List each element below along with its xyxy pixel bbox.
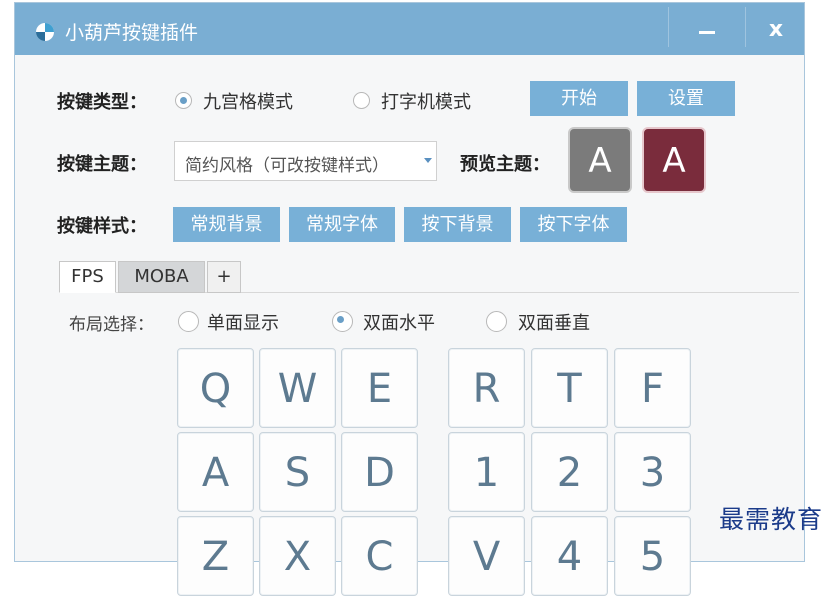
key-s[interactable]: S [259, 432, 336, 512]
radio-double-horizontal-label[interactable]: 双面水平 [363, 309, 435, 335]
radio-grid-mode-label[interactable]: 九宫格模式 [203, 88, 293, 114]
key-a[interactable]: A [177, 432, 254, 512]
key-f[interactable]: F [614, 348, 691, 428]
radio-typewriter-mode[interactable] [353, 92, 370, 109]
key-z[interactable]: Z [177, 516, 254, 596]
title-bar[interactable]: 小葫芦按键插件 x [15, 3, 804, 55]
chevron-down-icon [424, 158, 432, 163]
preview-theme-label: 预览主题： [460, 154, 550, 175]
key-3[interactable]: 3 [614, 432, 691, 512]
tab-moba[interactable]: MOBA [118, 261, 205, 293]
radio-typewriter-mode-label[interactable]: 打字机模式 [381, 88, 471, 114]
key-4[interactable]: 4 [531, 516, 608, 596]
key-w[interactable]: W [259, 348, 336, 428]
key-d[interactable]: D [341, 432, 418, 512]
radio-double-vertical[interactable] [486, 311, 507, 332]
normal-background-button[interactable]: 常规背景 [173, 207, 280, 242]
plugin-window: 小葫芦按键插件 x 按键类型： 九宫格模式 打字机模式 开始 设置 按键主题： … [14, 2, 805, 596]
key-e[interactable]: E [341, 348, 418, 428]
key-r[interactable]: R [448, 348, 525, 428]
radio-double-vertical-label[interactable]: 双面垂直 [518, 309, 590, 335]
watermark-text: 最需教育 [718, 505, 823, 534]
key-t[interactable]: T [531, 348, 608, 428]
settings-button[interactable]: 设置 [637, 81, 735, 116]
key-v[interactable]: V [448, 516, 525, 596]
gourd-app-icon [36, 23, 54, 41]
key-1[interactable]: 1 [448, 432, 525, 512]
pressed-background-button[interactable]: 按下背景 [404, 207, 511, 242]
preview-theme-gray: A [568, 127, 632, 193]
key-type-label: 按键类型： [57, 92, 147, 113]
layout-label: 布局选择： [69, 315, 154, 335]
key-c[interactable]: C [341, 516, 418, 596]
window-title: 小葫芦按键插件 [65, 22, 199, 44]
theme-select[interactable]: 简约风格（可改按键样式） [174, 141, 437, 181]
radio-single-side-label[interactable]: 单面显示 [207, 309, 279, 335]
key-2[interactable]: 2 [531, 432, 608, 512]
radio-grid-mode[interactable] [175, 92, 192, 109]
minimize-icon [699, 31, 715, 34]
key-theme-label: 按键主题： [57, 154, 147, 175]
start-button[interactable]: 开始 [530, 81, 628, 116]
pressed-font-button[interactable]: 按下字体 [520, 207, 627, 242]
key-style-label: 按键样式： [57, 216, 147, 237]
tab-fps[interactable]: FPS [59, 261, 116, 293]
minimize-button[interactable] [669, 3, 745, 55]
key-q[interactable]: Q [177, 348, 254, 428]
theme-select-value: 简约风格（可改按键样式） [185, 156, 389, 176]
key-x[interactable]: X [259, 516, 336, 596]
key-5[interactable]: 5 [614, 516, 691, 596]
radio-double-horizontal[interactable] [332, 311, 353, 332]
tab-add[interactable]: + [207, 261, 241, 293]
radio-single-side[interactable] [178, 311, 199, 332]
preview-theme-red: A [642, 127, 706, 193]
close-button[interactable]: x [746, 3, 806, 55]
normal-font-button[interactable]: 常规字体 [289, 207, 395, 242]
